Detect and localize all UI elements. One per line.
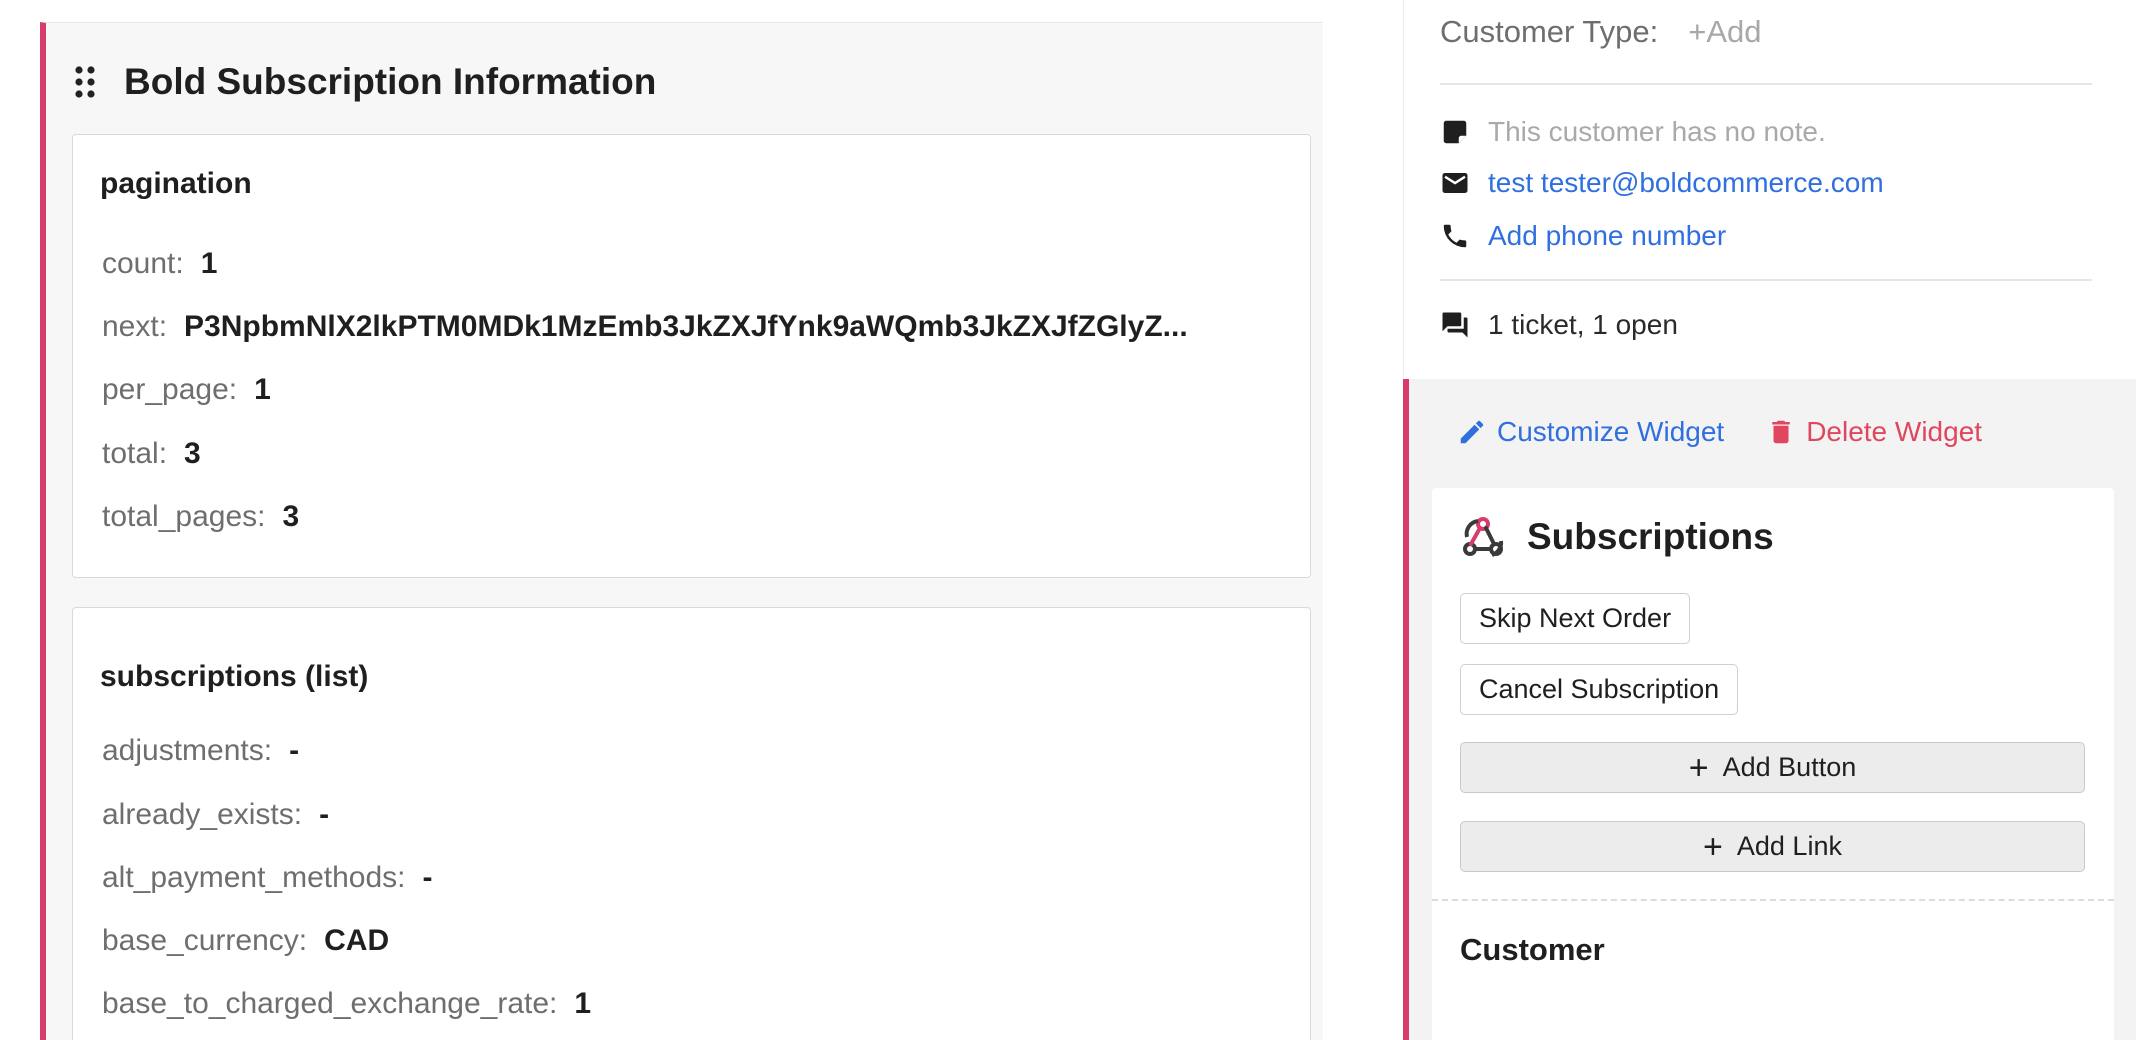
email-icon bbox=[1442, 173, 1468, 193]
customize-widget-label: Customize Widget bbox=[1497, 416, 1725, 447]
field-key: count: bbox=[102, 247, 184, 280]
field-row: adjustments: - bbox=[102, 734, 299, 768]
widget-actions: Customize Widget Delete Widget bbox=[1457, 416, 1982, 448]
field-row: count: 1 bbox=[102, 247, 217, 281]
field-row: total: 3 bbox=[102, 437, 201, 471]
field-key: base_currency: bbox=[102, 924, 308, 957]
field-key: base_to_charged_exchange_rate: bbox=[102, 987, 558, 1020]
field-row: base_to_charged_exchange_rate: 1 bbox=[102, 987, 591, 1021]
add-link-label: Add Link bbox=[1736, 831, 1842, 861]
section-divider bbox=[1432, 899, 2114, 901]
subscriptions-card: subscriptions (list) adjustments: - alre… bbox=[72, 607, 1311, 1040]
email-row: test tester@boldcommerce.com bbox=[1440, 167, 1884, 199]
field-value: 1 bbox=[574, 987, 592, 1020]
drag-handle-icon[interactable] bbox=[74, 65, 96, 99]
phone-icon bbox=[1443, 224, 1467, 248]
field-row: total_pages: 3 bbox=[102, 500, 299, 534]
plus-icon: + bbox=[1688, 748, 1709, 787]
add-link-button[interactable]: + Add Link bbox=[1460, 821, 2085, 872]
field-row: per_page: 1 bbox=[102, 373, 271, 407]
field-key: next: bbox=[102, 310, 168, 343]
cancel-subscription-button[interactable]: Cancel Subscription bbox=[1460, 664, 1739, 715]
customer-type-row: Customer Type: +Add bbox=[1440, 14, 1762, 50]
field-value: P3NpbmNlX2lkPTM0MDk1MzEmb3JkZXJfYnk9aWQm… bbox=[184, 310, 1188, 343]
email-link[interactable]: test tester@boldcommerce.com bbox=[1488, 167, 1884, 199]
ticket-count[interactable]: 1 ticket, 1 open bbox=[1488, 309, 1678, 341]
subscriptions-widget-card: Subscriptions Skip Next Order Cancel Sub… bbox=[1432, 488, 2114, 1040]
field-row: already_exists: - bbox=[102, 798, 329, 832]
field-value: 1 bbox=[200, 247, 218, 280]
add-button-button[interactable]: + Add Button bbox=[1460, 742, 2085, 793]
delete-widget-label: Delete Widget bbox=[1806, 416, 1983, 447]
panel-title: Bold Subscription Information bbox=[124, 61, 657, 102]
trash-icon bbox=[1772, 420, 1790, 444]
chat-bubbles-icon bbox=[1442, 312, 1468, 338]
phone-row: Add phone number bbox=[1440, 220, 1726, 252]
pagination-card: pagination count: 1 next: P3NpbmNlX2lkPT… bbox=[72, 134, 1311, 578]
note-text[interactable]: This customer has no note. bbox=[1488, 116, 1826, 148]
card-title: subscriptions (list) bbox=[100, 660, 369, 693]
field-value: 3 bbox=[282, 500, 300, 533]
plus-icon: + bbox=[1703, 827, 1723, 866]
customer-type-add-button[interactable]: +Add bbox=[1688, 14, 1761, 50]
skip-next-order-button[interactable]: Skip Next Order bbox=[1460, 593, 1691, 644]
divider bbox=[1440, 83, 2092, 85]
customer-info-panel: Customer Type: +Add This customer has no… bbox=[1403, 0, 2136, 378]
field-row: next: P3NpbmNlX2lkPTM0MDk1MzEmb3JkZXJfYn… bbox=[102, 310, 1188, 344]
field-value: 3 bbox=[184, 437, 201, 470]
tickets-row: 1 ticket, 1 open bbox=[1440, 309, 1678, 341]
field-key: per_page: bbox=[102, 373, 238, 406]
field-key: already_exists: bbox=[102, 798, 303, 831]
customer-type-label: Customer Type: bbox=[1440, 14, 1659, 49]
card-title: pagination bbox=[100, 167, 252, 200]
field-key: adjustments: bbox=[102, 734, 273, 767]
field-value: CAD bbox=[324, 924, 390, 957]
bold-subscription-panel: Bold Subscription Information pagination… bbox=[40, 22, 1323, 1040]
field-value: 1 bbox=[254, 373, 271, 406]
field-value: - bbox=[319, 798, 330, 831]
webhook-icon bbox=[1463, 517, 1504, 557]
field-value: - bbox=[422, 861, 433, 894]
customer-section-title: Customer bbox=[1460, 932, 1605, 967]
widget-title: Subscriptions bbox=[1527, 516, 1774, 557]
panel-header: Bold Subscription Information bbox=[74, 57, 656, 107]
add-button-label: Add Button bbox=[1722, 752, 1857, 782]
pencil-icon bbox=[1460, 420, 1484, 444]
divider bbox=[1440, 279, 2092, 281]
field-row: alt_payment_methods: - bbox=[102, 861, 433, 895]
customize-widget-button[interactable]: Customize Widget bbox=[1457, 416, 1724, 448]
field-key: alt_payment_methods: bbox=[102, 861, 406, 894]
note-icon bbox=[1443, 120, 1467, 144]
field-value: - bbox=[289, 734, 300, 767]
add-phone-link[interactable]: Add phone number bbox=[1488, 220, 1726, 252]
delete-widget-button[interactable]: Delete Widget bbox=[1766, 416, 1982, 448]
field-key: total: bbox=[102, 437, 168, 470]
note-row: This customer has no note. bbox=[1440, 116, 1826, 148]
field-key: total_pages: bbox=[102, 500, 266, 533]
subscriptions-widget-panel: Customize Widget Delete Widget Subscript… bbox=[1403, 379, 2136, 1040]
widget-header: Subscriptions bbox=[1459, 513, 1774, 561]
field-row: base_currency: CAD bbox=[102, 924, 389, 958]
